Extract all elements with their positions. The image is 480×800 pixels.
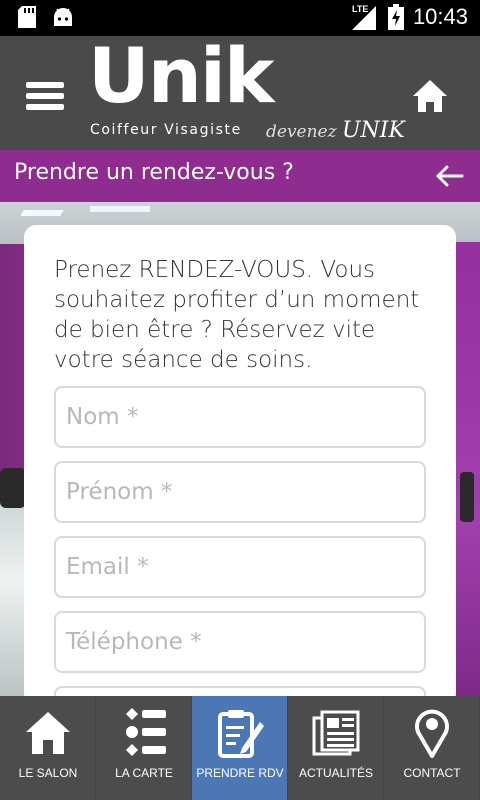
brand-slogan: devenez UNIK	[266, 118, 405, 143]
map-pin-icon	[415, 709, 449, 758]
home-icon[interactable]	[412, 78, 448, 114]
nav-label: PRENDRE RDV	[196, 766, 284, 780]
clock: 10:43	[412, 4, 468, 29]
email-field[interactable]	[54, 536, 426, 598]
first-name-field[interactable]	[54, 461, 426, 523]
page-title: Prendre un rendez-vous ?	[14, 160, 294, 185]
phone-input[interactable]	[56, 613, 424, 671]
signal-icon	[352, 6, 376, 30]
phone-field[interactable]	[54, 611, 426, 673]
first-name-input[interactable]	[56, 463, 424, 521]
home-icon	[26, 712, 70, 754]
email-input[interactable]	[56, 538, 424, 596]
nav-item-prendre-rdv[interactable]: PRENDRE RDV	[192, 696, 288, 800]
nav-label: LE SALON	[18, 766, 78, 780]
form-intro-text: Prenez RENDEZ-VOUS. Vous souhaitez profi…	[54, 257, 420, 373]
nav-label: ACTUALITÉS	[298, 766, 373, 780]
last-name-input[interactable]	[56, 388, 424, 446]
brand-name: Unik	[88, 31, 274, 120]
nav-item-le-salon[interactable]: LE SALON	[0, 696, 96, 800]
logo: Unik Coiffeur Visagiste devenez UNIK	[88, 38, 405, 144]
android-icon	[54, 8, 72, 26]
battery-icon	[388, 4, 404, 30]
nav-item-actualites[interactable]: ACTUALITÉS	[288, 696, 384, 800]
nav-item-contact[interactable]: CONTACT	[384, 696, 480, 800]
nav-item-la-carte[interactable]: LA CARTE	[96, 696, 192, 800]
newspaper-icon	[312, 710, 360, 756]
nav-label: CONTACT	[403, 766, 461, 780]
hamburger-menu-icon[interactable]	[26, 82, 64, 110]
page-title-bar: Prendre un rendez-vous ?	[0, 150, 480, 202]
list-icon	[126, 708, 166, 756]
last-name-field[interactable]	[54, 386, 426, 448]
sd-card-icon	[18, 6, 36, 28]
clipboard-edit-icon	[218, 710, 264, 758]
arrow-left-icon[interactable]	[434, 162, 464, 190]
appointment-form-card: Prenez RENDEZ-VOUS. Vous souhaitez profi…	[24, 225, 456, 748]
nav-label: LA CARTE	[115, 766, 173, 780]
app-header: Unik Coiffeur Visagiste devenez UNIK	[0, 36, 480, 150]
brand-tagline: Coiffeur Visagiste	[90, 122, 242, 138]
bottom-navigation: LE SALON LA CARTE PRENDRE RDV ACTUALITÉS…	[0, 696, 480, 800]
